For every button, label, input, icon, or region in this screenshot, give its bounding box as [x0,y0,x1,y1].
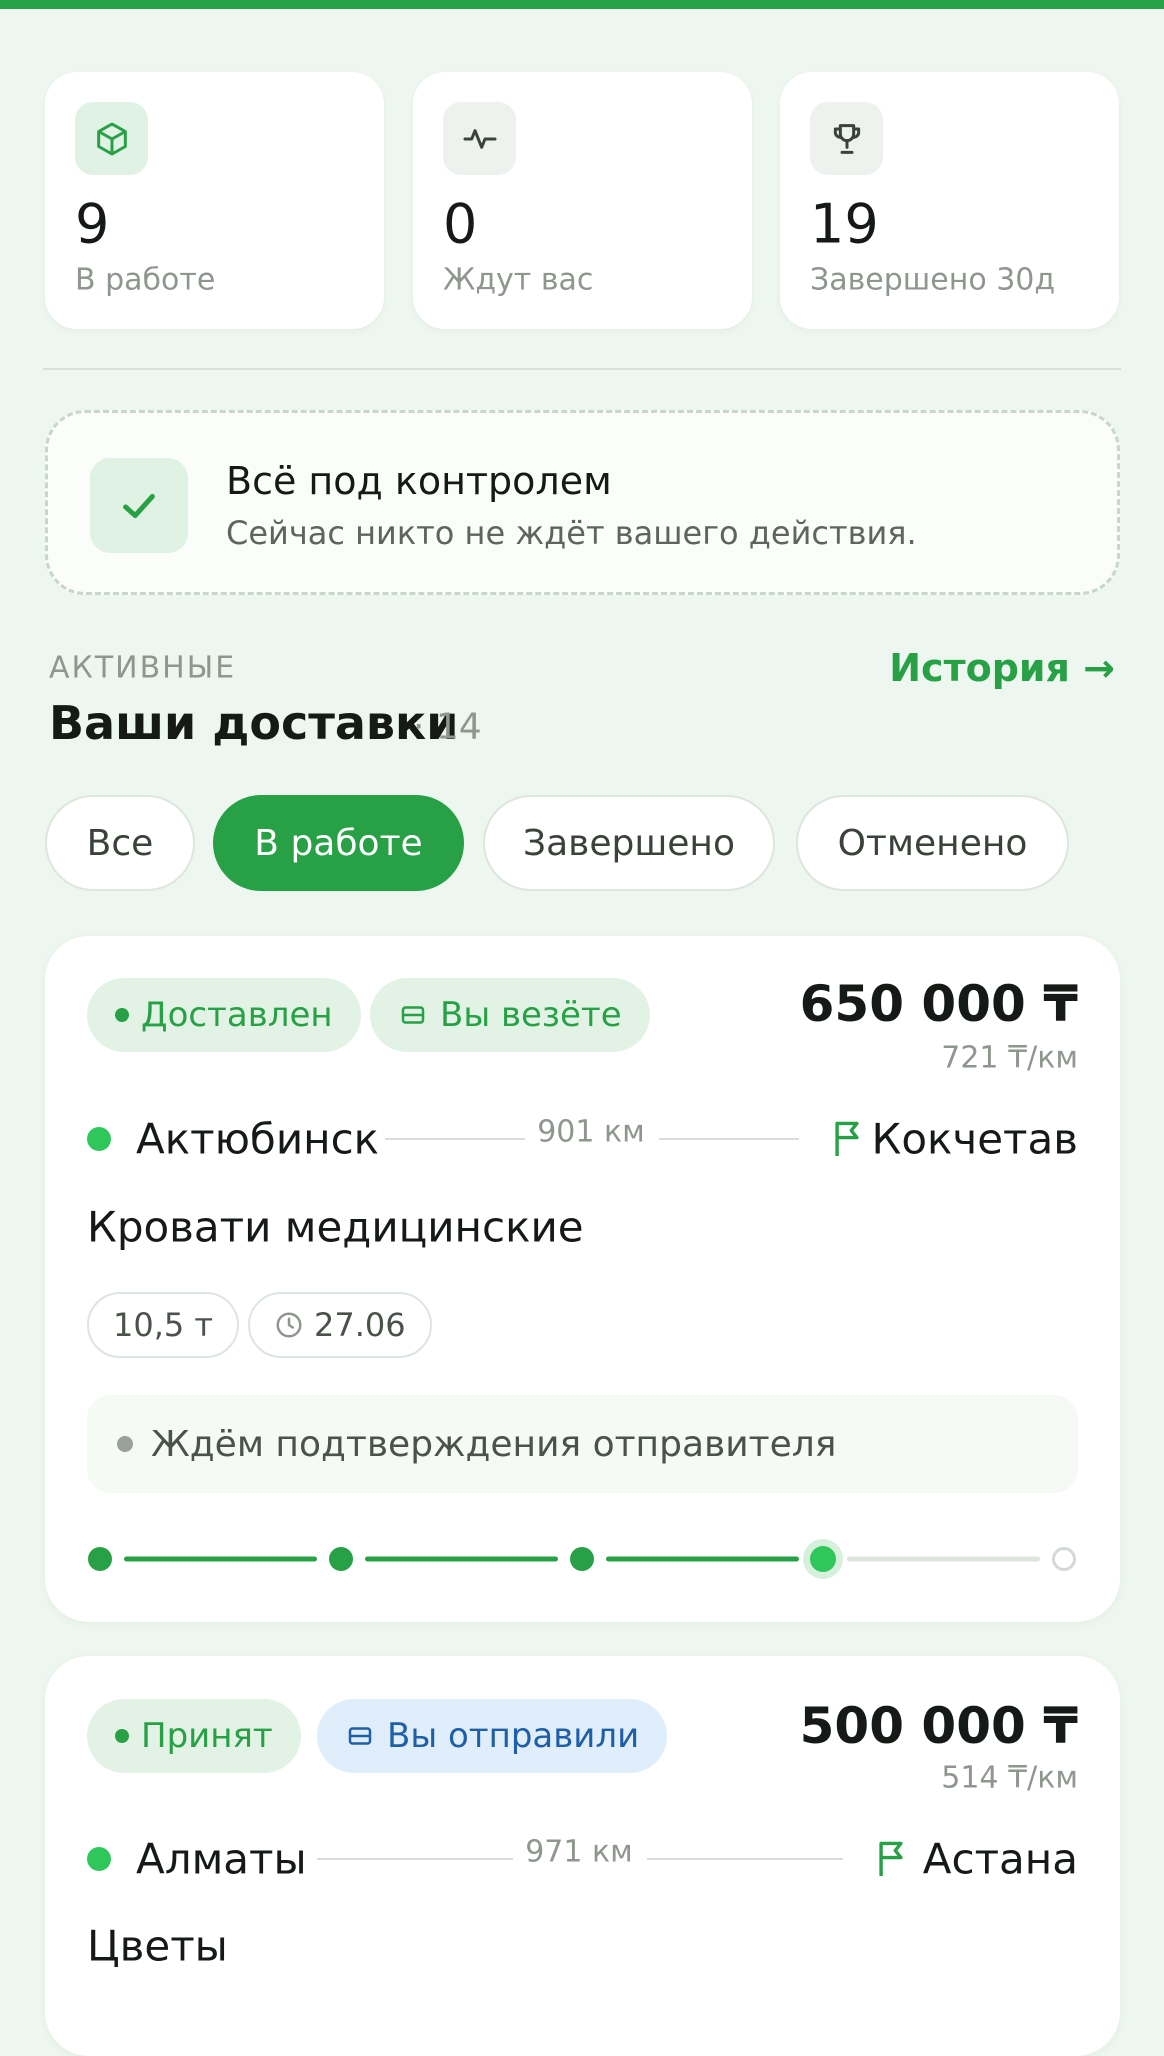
filter-all[interactable]: Все [45,795,195,891]
status-note: Ждём подтверждения отправителя [87,1395,1078,1493]
stat-value: 9 [75,192,110,256]
stat-label: Завершено 30д [810,262,1056,298]
top-accent-bar [0,0,1164,9]
note-dot [117,1436,133,1452]
origin-dot [87,1127,111,1151]
destination-city: Астана [922,1834,1078,1884]
route-distance: 901 км [537,1114,645,1150]
price-per-km: 721 ₸/км [941,1040,1078,1076]
progress-segment [365,1556,558,1562]
divider [43,368,1121,370]
route-line [317,1858,513,1860]
price: 500 000 ₸ [799,1697,1078,1755]
weight-pill: 10,5 т [87,1292,240,1358]
progress-step-current [810,1546,836,1572]
clock-icon [276,1312,302,1338]
activity-icon [443,102,516,175]
origin-dot [87,1847,111,1871]
stat-label: Ждут вас [443,262,594,298]
filter-completed[interactable]: Завершено [483,795,775,891]
stat-in-progress[interactable]: 9 В работе [45,72,384,329]
progress-segment [847,1556,1040,1562]
trophy-icon [810,102,883,175]
progress-step [570,1547,594,1571]
role-badge: Вы везёте [370,978,650,1052]
truck-icon [401,1006,425,1024]
role-label: Вы везёте [440,995,622,1035]
stat-label: В работе [75,262,216,298]
status-label: Принят [141,1716,273,1756]
delivery-card[interactable]: Принят Вы отправили 500 000 ₸ 514 ₸/км А… [45,1656,1120,2056]
status-badge: Доставлен [87,978,361,1052]
flag-icon [835,1121,859,1156]
note-text: Ждём подтверждения отправителя [151,1423,837,1465]
date-pill: 27.06 [248,1292,432,1358]
control-title: Всё под контролем [226,459,612,503]
destination-city: Кокчетав [871,1114,1079,1164]
filter-cancelled[interactable]: Отменено [796,795,1069,891]
status-badge: Принят [87,1699,301,1773]
section-title: Ваши доставки [49,696,459,750]
role-badge: Вы отправили [317,1699,668,1773]
progress-step-pending [1052,1547,1076,1571]
flag-icon [879,1841,903,1876]
origin-city: Алматы [136,1834,307,1884]
filter-in-progress[interactable]: В работе [213,795,464,891]
progress-step [329,1547,353,1571]
cargo-name: Цветы [87,1921,228,1971]
history-link[interactable]: История → [889,646,1115,690]
section-kicker: АКТИВНЫЕ [49,650,237,686]
route-line [385,1138,525,1140]
check-icon [90,458,188,553]
origin-city: Актюбинск [136,1114,380,1164]
status-dot [115,1008,129,1022]
cargo-name: Кровати медицинские [87,1202,584,1252]
route-line [659,1138,799,1140]
all-under-control-card: Всё под контролем Сейчас никто не ждёт в… [45,410,1120,595]
progress-segment [606,1556,799,1562]
delivery-card[interactable]: Доставлен Вы везёте 650 000 ₸ 721 ₸/км А… [45,936,1120,1622]
status-dot [115,1729,129,1743]
progress-step [88,1547,112,1571]
stat-value: 0 [443,192,478,256]
status-label: Доставлен [141,995,333,1035]
date-value: 27.06 [314,1306,406,1344]
price: 650 000 ₸ [799,975,1078,1033]
weight-value: 10,5 т [113,1306,214,1344]
stat-completed[interactable]: 19 Завершено 30д [780,72,1119,329]
stat-waiting[interactable]: 0 Ждут вас [413,72,752,329]
box-icon [75,102,148,175]
route-line [647,1858,843,1860]
stat-value: 19 [810,192,879,256]
section-count: · 14 [413,706,482,748]
progress-segment [124,1556,317,1562]
price-per-km: 514 ₸/км [941,1760,1078,1796]
role-label: Вы отправили [387,1716,640,1756]
route-distance: 971 км [525,1834,633,1870]
truck-icon [348,1727,372,1745]
control-subtitle: Сейчас никто не ждёт вашего действия. [226,514,917,552]
